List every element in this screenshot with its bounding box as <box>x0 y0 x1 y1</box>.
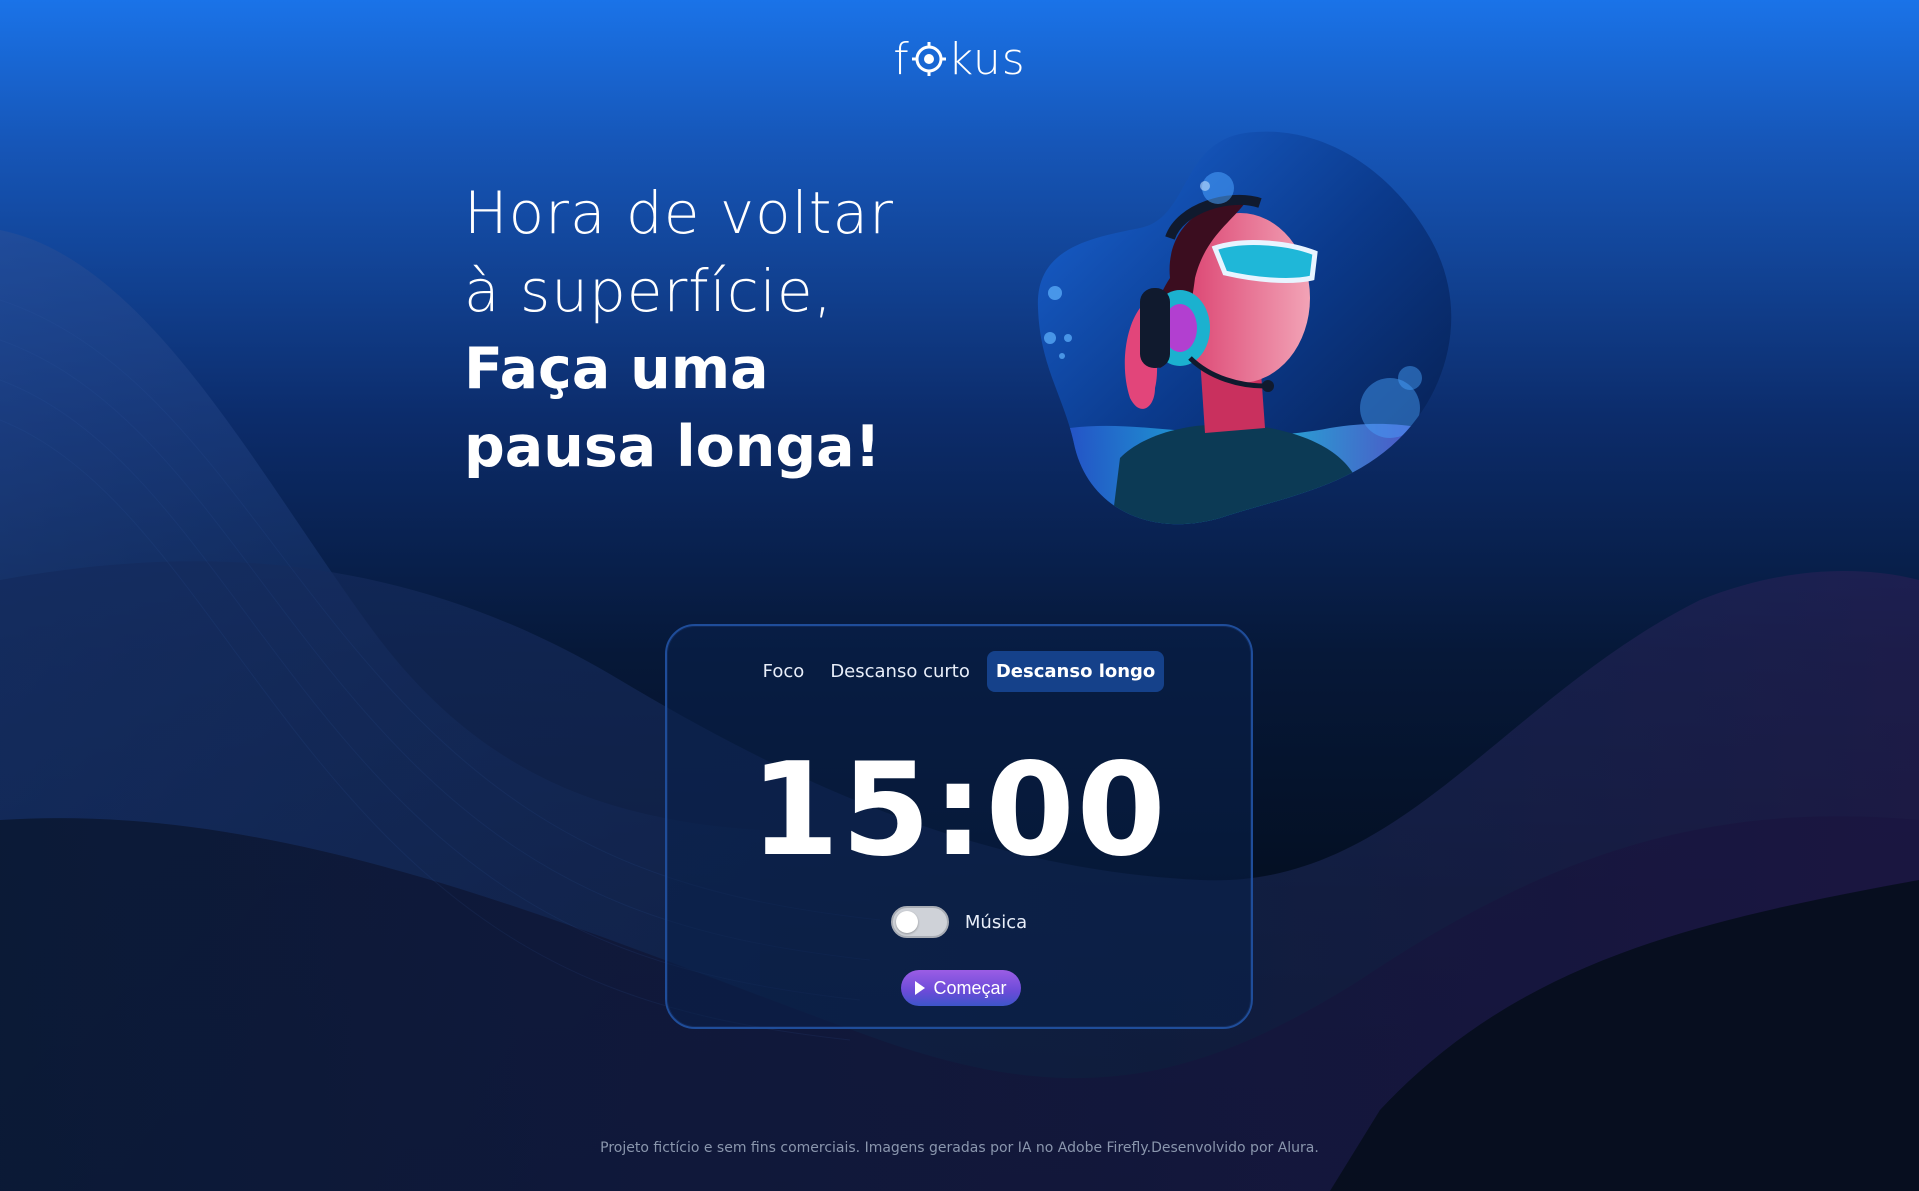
music-control: Música <box>667 906 1251 938</box>
logo-text-start: f <box>893 34 910 85</box>
logo-text-end: kus <box>947 34 1026 85</box>
footer-text: Projeto fictício e sem fins comerciais. … <box>600 1140 1319 1156</box>
play-icon <box>915 981 926 995</box>
tab-foco[interactable]: Foco <box>754 651 814 692</box>
start-button[interactable]: Começar <box>901 970 1021 1006</box>
headline: Hora de voltar à superfície, Faça uma pa… <box>464 174 984 486</box>
toggle-knob <box>895 911 918 933</box>
headline-line-4: pausa longa! <box>464 414 881 480</box>
timer-display: 15:00 <box>750 736 1168 885</box>
logo: f kus <box>0 34 1919 85</box>
tab-descanso-curto[interactable]: Descanso curto <box>821 651 979 692</box>
music-label: Música <box>964 911 1028 933</box>
headline-line-1: Hora de voltar <box>464 179 894 247</box>
music-toggle[interactable] <box>890 906 949 938</box>
headline-line-3: Faça uma <box>464 336 769 402</box>
logo-target-icon <box>911 37 947 76</box>
tab-descanso-longo[interactable]: Descanso longo <box>986 651 1165 692</box>
mode-tabs: Foco Descanso curto Descanso longo <box>667 651 1251 692</box>
headline-line-2: à superfície, <box>464 257 833 325</box>
timer-card: Foco Descanso curto Descanso longo 15:00… <box>665 624 1253 1029</box>
hero-illustration <box>1037 131 1452 525</box>
start-button-label: Começar <box>933 977 1007 998</box>
